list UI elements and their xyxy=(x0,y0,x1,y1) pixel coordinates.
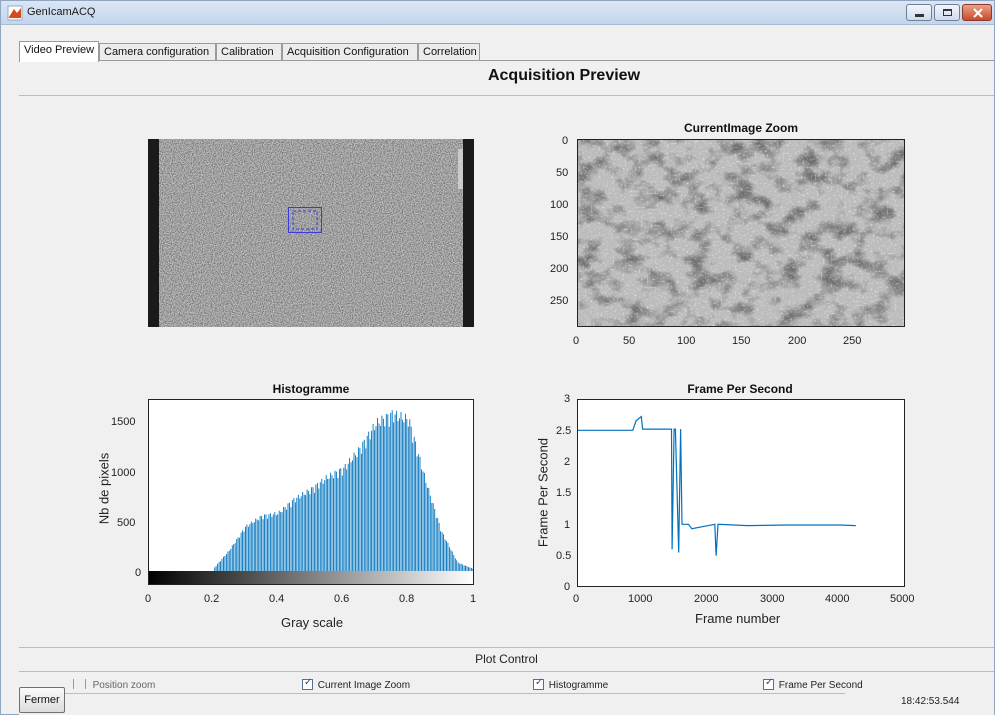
zoom-plot-title: CurrentImage Zoom xyxy=(683,121,798,135)
fps-x-tick: 4000 xyxy=(825,593,850,605)
zoom-x-tick: 150 xyxy=(732,335,751,347)
gray-scale-colorbar xyxy=(148,571,474,585)
panel-title: Acquisition Preview xyxy=(487,67,641,84)
position-zoom-label: Position zoom xyxy=(92,680,156,691)
zoom-y-tick: 100 xyxy=(550,199,569,211)
zoom-x-tick: 200 xyxy=(788,335,807,347)
minimize-button[interactable] xyxy=(906,4,932,21)
histogram-x-tick: 0.8 xyxy=(399,593,415,605)
histogram-x-tick: 0.2 xyxy=(204,593,220,605)
position-zoom-checkbox[interactable] xyxy=(84,679,86,689)
zoom-x-tick: 100 xyxy=(677,335,696,347)
histogramme-checkbox-row[interactable]: ✓ Histogramme xyxy=(533,677,609,691)
zoom-selection-box[interactable] xyxy=(288,207,322,233)
fps-x-tick: 3000 xyxy=(760,593,785,605)
zoom-x-tick: 250 xyxy=(843,335,862,347)
title-bar[interactable]: GenIcamACQ xyxy=(1,1,994,25)
fps-plot xyxy=(577,399,905,587)
fps-y-tick: 3 xyxy=(564,393,571,405)
plot-control-divider xyxy=(19,647,994,648)
tab-video-preview[interactable]: Video Preview xyxy=(19,41,99,62)
fermer-button[interactable]: Fermer xyxy=(19,687,65,713)
histogram-y-tick: 1000 xyxy=(111,467,136,479)
current-image-zoom-checkbox-row[interactable]: ✓ Current Image Zoom xyxy=(302,677,411,691)
fps-y-tick: 1.5 xyxy=(556,487,572,499)
current-image-zoom-label: Current Image Zoom xyxy=(317,680,411,691)
timestamp: 18:42:53.544 xyxy=(901,696,960,707)
tab-label: Acquisition Configuration xyxy=(287,46,409,58)
fps-y-tick: 2.5 xyxy=(556,425,572,437)
zoom-y-tick: 150 xyxy=(550,231,569,243)
title-divider xyxy=(19,95,994,96)
position-zoom-separator xyxy=(73,679,74,689)
maximize-icon xyxy=(943,9,952,16)
histogram-x-tick: 0 xyxy=(145,593,152,605)
tab-acquisition-configuration[interactable]: Acquisition Configuration xyxy=(282,43,418,61)
fps-x-tick: 2000 xyxy=(694,593,719,605)
histogram-x-tick: 0.6 xyxy=(334,593,350,605)
fps-plot-title: Frame Per Second xyxy=(687,382,793,396)
checkmark-icon: ✓ xyxy=(765,677,774,688)
fps-x-tick: 1000 xyxy=(628,593,653,605)
plot-control-inner-divider xyxy=(19,671,994,672)
fps-y-tick: 0 xyxy=(564,581,571,593)
tab-label: Calibration xyxy=(221,46,274,58)
maximize-button[interactable] xyxy=(934,4,960,21)
tab-label: Camera configuration xyxy=(104,46,210,58)
zoom-image xyxy=(577,139,905,327)
zoom-y-tick: 0 xyxy=(562,135,569,147)
histogram-y-tick: 1500 xyxy=(111,416,136,428)
fps-y-tick: 2 xyxy=(564,456,571,468)
checkmark-icon: ✓ xyxy=(535,677,544,688)
fps-y-tick: 1 xyxy=(564,519,571,531)
checkmark-icon: ✓ xyxy=(304,677,313,688)
tab-label: Video Preview xyxy=(24,44,95,56)
histogram-plot xyxy=(148,399,474,585)
matlab-app-icon xyxy=(7,5,23,21)
frame-per-second-label: Frame Per Second xyxy=(778,680,863,691)
minimize-icon xyxy=(915,14,924,17)
histogram-title: Histogramme xyxy=(272,382,350,396)
app-window: GenIcamACQ Video Preview Camera configur… xyxy=(0,0,995,715)
live-camera-image xyxy=(148,139,474,327)
fps-y-tick: 0.5 xyxy=(556,550,572,562)
zoom-y-tick: 200 xyxy=(550,263,569,275)
histogram-y-label: Nb de pixels xyxy=(96,452,112,525)
close-icon xyxy=(973,8,983,18)
histogramme-checkbox[interactable]: ✓ xyxy=(533,677,544,690)
zoom-y-tick: 50 xyxy=(556,167,569,179)
zoom-y-tick: 250 xyxy=(550,295,569,307)
tab-calibration[interactable]: Calibration xyxy=(216,43,282,61)
fps-x-tick: 5000 xyxy=(890,593,915,605)
histogram-x-label: Gray scale xyxy=(281,615,344,630)
window-title: GenIcamACQ xyxy=(27,6,96,18)
frame-per-second-checkbox-row[interactable]: ✓ Frame Per Second xyxy=(763,677,863,691)
histogram-y-tick: 0 xyxy=(135,567,142,579)
frame-per-second-checkbox[interactable]: ✓ xyxy=(763,677,774,690)
tab-label: Correlation xyxy=(423,46,477,58)
fps-x-label: Frame number xyxy=(695,611,781,626)
tab-correlation[interactable]: Correlation xyxy=(418,43,480,61)
histogram-y-tick: 500 xyxy=(117,517,136,529)
close-button[interactable] xyxy=(962,4,992,21)
position-zoom-checkbox-row[interactable]: Position zoom xyxy=(73,679,155,691)
zoom-x-tick: 0 xyxy=(573,335,580,347)
current-image-zoom-checkbox[interactable]: ✓ xyxy=(302,677,313,690)
histogram-x-tick: 1 xyxy=(470,593,477,605)
zoom-x-tick: 50 xyxy=(623,335,636,347)
plot-control-title: Plot Control xyxy=(475,652,538,666)
histogramme-label: Histogramme xyxy=(548,680,609,691)
fps-y-label: Frame Per Second xyxy=(535,437,551,548)
fps-x-tick: 0 xyxy=(573,593,580,605)
histogram-x-tick: 0.4 xyxy=(269,593,285,605)
tab-camera-configuration[interactable]: Camera configuration xyxy=(99,43,216,61)
bottom-divider xyxy=(65,693,845,694)
